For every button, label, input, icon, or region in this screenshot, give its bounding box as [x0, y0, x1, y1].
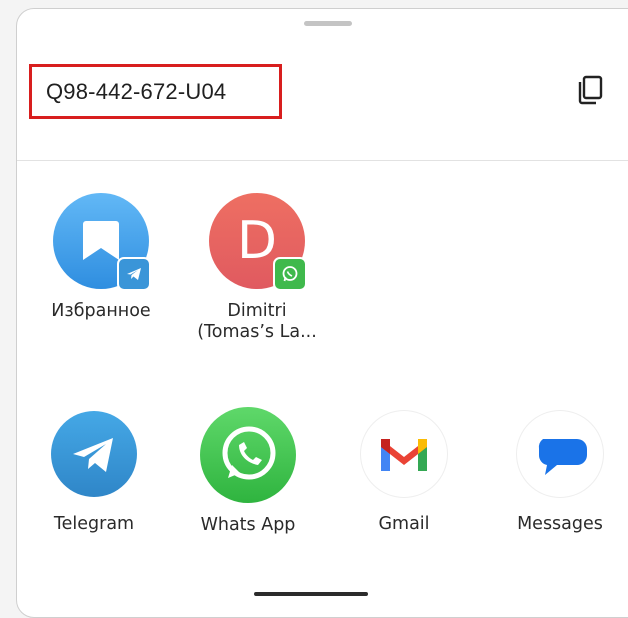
telegram-badge-icon	[117, 257, 151, 291]
app-messages[interactable]: Messages	[495, 411, 625, 535]
app-gmail[interactable]: Gmail	[339, 411, 469, 535]
share-code-value: Q98-442-672-U04	[46, 78, 227, 104]
share-sheet: Q98-442-672-U04 Избранное D Dimitri (Tom…	[16, 8, 628, 618]
whatsapp-icon	[200, 407, 296, 503]
copy-button[interactable]	[572, 72, 608, 108]
app-label: Whats App	[200, 515, 296, 535]
copy-icon	[578, 75, 603, 105]
avatar-initial: D	[236, 211, 278, 271]
direct-share-saved-messages[interactable]: Избранное	[36, 193, 166, 322]
direct-share-label: Избранное	[51, 301, 151, 321]
direct-share-dimitri[interactable]: D Dimitri (Tomas’s La...	[192, 193, 322, 343]
home-indicator	[254, 592, 368, 596]
app-label: Gmail	[378, 514, 430, 534]
dimitri-avatar: D	[209, 193, 307, 291]
divider	[17, 160, 628, 161]
drag-handle[interactable]	[304, 21, 352, 26]
direct-share-label: Dimitri (Tomas’s La...	[197, 301, 317, 342]
app-label: Messages	[517, 514, 603, 534]
gmail-icon	[361, 411, 447, 497]
telegram-icon	[51, 411, 137, 497]
messages-icon	[517, 411, 603, 497]
app-label: Telegram	[53, 514, 135, 534]
app-telegram[interactable]: Telegram	[29, 411, 159, 535]
saved-messages-avatar	[53, 193, 151, 291]
whatsapp-badge-icon	[273, 257, 307, 291]
app-whatsapp[interactable]: Whats App	[183, 407, 313, 536]
share-code-text: Q98-442-672-U04	[29, 64, 282, 119]
